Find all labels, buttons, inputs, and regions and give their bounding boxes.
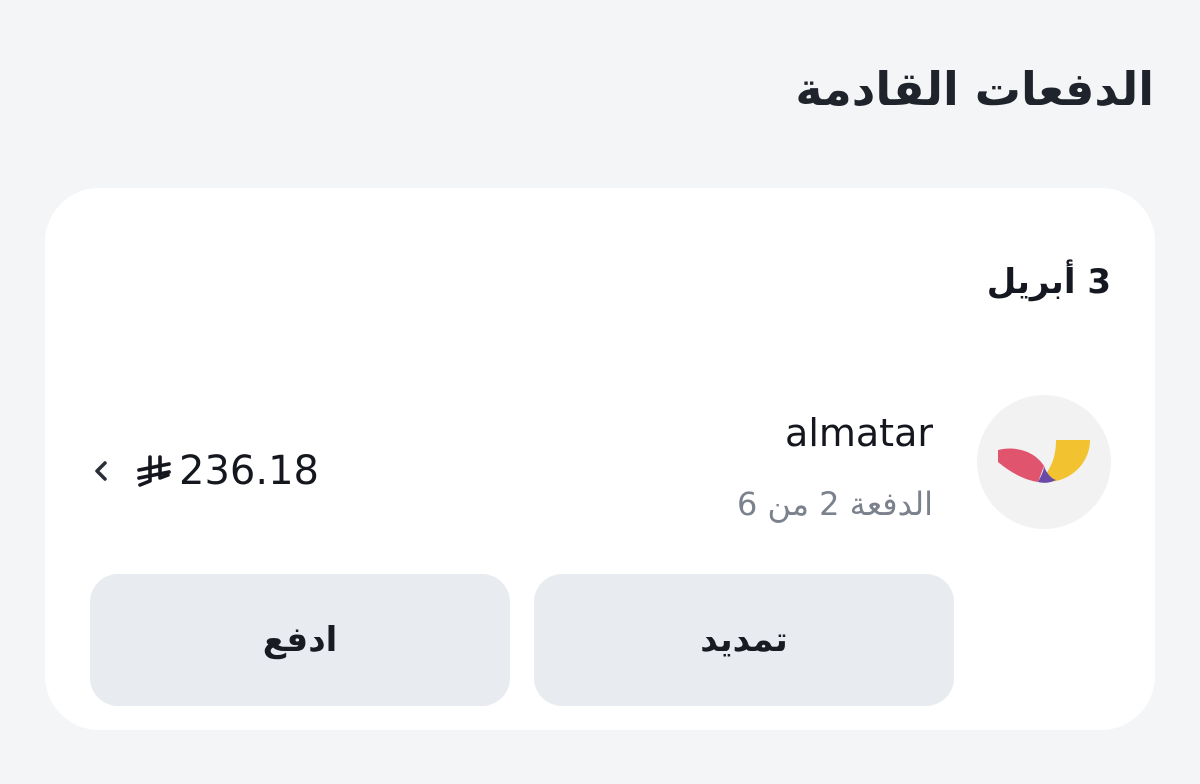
extend-button[interactable]: تمديد [534,574,954,706]
saudi-riyal-icon [137,454,171,488]
payment-amount: 236.18 [179,448,319,494]
payment-card: 3 أبريل almatar الدفعة 2 من 6 236.18 تمد… [45,188,1155,730]
almatar-logo-graphic [998,440,1090,483]
section-title: الدفعات القادمة [795,62,1154,116]
almatar-logo-icon [977,395,1111,529]
pay-button[interactable]: ادفع [90,574,510,706]
payment-date: 3 أبريل [986,262,1111,302]
amount-row[interactable]: 236.18 [87,446,319,496]
chevron-left-icon[interactable] [87,451,115,491]
upcoming-payments-page: الدفعات القادمة 3 أبريل almatar الدفعة 2… [0,0,1200,784]
installment-info: الدفعة 2 من 6 [736,485,933,523]
merchant-name: almatar [785,411,933,455]
